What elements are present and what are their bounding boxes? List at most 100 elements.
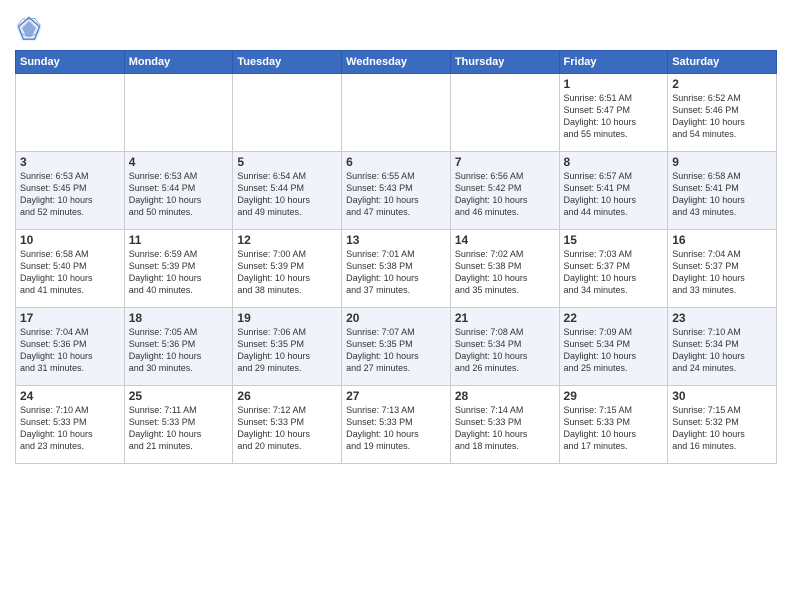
day-info: Sunrise: 6:53 AM Sunset: 5:44 PM Dayligh… <box>129 170 229 219</box>
day-info: Sunrise: 6:56 AM Sunset: 5:42 PM Dayligh… <box>455 170 555 219</box>
day-cell <box>124 74 233 152</box>
day-number: 16 <box>672 233 772 247</box>
day-cell: 3Sunrise: 6:53 AM Sunset: 5:45 PM Daylig… <box>16 152 125 230</box>
day-number: 19 <box>237 311 337 325</box>
day-info: Sunrise: 7:09 AM Sunset: 5:34 PM Dayligh… <box>564 326 664 375</box>
day-info: Sunrise: 7:01 AM Sunset: 5:38 PM Dayligh… <box>346 248 446 297</box>
day-info: Sunrise: 7:04 AM Sunset: 5:36 PM Dayligh… <box>20 326 120 375</box>
day-number: 12 <box>237 233 337 247</box>
day-info: Sunrise: 6:52 AM Sunset: 5:46 PM Dayligh… <box>672 92 772 141</box>
col-header-monday: Monday <box>124 51 233 74</box>
logo-icon <box>15 14 43 42</box>
day-info: Sunrise: 7:11 AM Sunset: 5:33 PM Dayligh… <box>129 404 229 453</box>
day-info: Sunrise: 7:03 AM Sunset: 5:37 PM Dayligh… <box>564 248 664 297</box>
day-number: 6 <box>346 155 446 169</box>
header <box>15 10 777 42</box>
day-number: 1 <box>564 77 664 91</box>
day-cell: 18Sunrise: 7:05 AM Sunset: 5:36 PM Dayli… <box>124 308 233 386</box>
day-cell: 19Sunrise: 7:06 AM Sunset: 5:35 PM Dayli… <box>233 308 342 386</box>
day-cell <box>233 74 342 152</box>
day-number: 11 <box>129 233 229 247</box>
page: SundayMondayTuesdayWednesdayThursdayFrid… <box>0 0 792 612</box>
day-info: Sunrise: 7:15 AM Sunset: 5:32 PM Dayligh… <box>672 404 772 453</box>
day-cell: 26Sunrise: 7:12 AM Sunset: 5:33 PM Dayli… <box>233 386 342 464</box>
day-cell: 5Sunrise: 6:54 AM Sunset: 5:44 PM Daylig… <box>233 152 342 230</box>
day-number: 22 <box>564 311 664 325</box>
day-number: 7 <box>455 155 555 169</box>
day-cell: 15Sunrise: 7:03 AM Sunset: 5:37 PM Dayli… <box>559 230 668 308</box>
week-row-5: 24Sunrise: 7:10 AM Sunset: 5:33 PM Dayli… <box>16 386 777 464</box>
day-cell: 16Sunrise: 7:04 AM Sunset: 5:37 PM Dayli… <box>668 230 777 308</box>
day-number: 26 <box>237 389 337 403</box>
day-number: 13 <box>346 233 446 247</box>
day-cell: 1Sunrise: 6:51 AM Sunset: 5:47 PM Daylig… <box>559 74 668 152</box>
day-info: Sunrise: 7:10 AM Sunset: 5:34 PM Dayligh… <box>672 326 772 375</box>
day-number: 29 <box>564 389 664 403</box>
day-number: 18 <box>129 311 229 325</box>
day-number: 14 <box>455 233 555 247</box>
day-cell: 12Sunrise: 7:00 AM Sunset: 5:39 PM Dayli… <box>233 230 342 308</box>
day-info: Sunrise: 7:04 AM Sunset: 5:37 PM Dayligh… <box>672 248 772 297</box>
day-cell: 13Sunrise: 7:01 AM Sunset: 5:38 PM Dayli… <box>342 230 451 308</box>
day-number: 8 <box>564 155 664 169</box>
day-info: Sunrise: 6:58 AM Sunset: 5:41 PM Dayligh… <box>672 170 772 219</box>
day-number: 2 <box>672 77 772 91</box>
day-number: 5 <box>237 155 337 169</box>
day-cell: 24Sunrise: 7:10 AM Sunset: 5:33 PM Dayli… <box>16 386 125 464</box>
day-cell: 9Sunrise: 6:58 AM Sunset: 5:41 PM Daylig… <box>668 152 777 230</box>
day-info: Sunrise: 7:00 AM Sunset: 5:39 PM Dayligh… <box>237 248 337 297</box>
day-cell <box>450 74 559 152</box>
day-cell: 17Sunrise: 7:04 AM Sunset: 5:36 PM Dayli… <box>16 308 125 386</box>
col-header-friday: Friday <box>559 51 668 74</box>
day-info: Sunrise: 7:15 AM Sunset: 5:33 PM Dayligh… <box>564 404 664 453</box>
day-cell: 20Sunrise: 7:07 AM Sunset: 5:35 PM Dayli… <box>342 308 451 386</box>
day-cell: 22Sunrise: 7:09 AM Sunset: 5:34 PM Dayli… <box>559 308 668 386</box>
day-number: 3 <box>20 155 120 169</box>
day-number: 23 <box>672 311 772 325</box>
day-cell: 10Sunrise: 6:58 AM Sunset: 5:40 PM Dayli… <box>16 230 125 308</box>
week-row-1: 1Sunrise: 6:51 AM Sunset: 5:47 PM Daylig… <box>16 74 777 152</box>
day-cell: 4Sunrise: 6:53 AM Sunset: 5:44 PM Daylig… <box>124 152 233 230</box>
week-row-4: 17Sunrise: 7:04 AM Sunset: 5:36 PM Dayli… <box>16 308 777 386</box>
day-number: 4 <box>129 155 229 169</box>
col-header-tuesday: Tuesday <box>233 51 342 74</box>
day-number: 17 <box>20 311 120 325</box>
day-info: Sunrise: 6:58 AM Sunset: 5:40 PM Dayligh… <box>20 248 120 297</box>
day-info: Sunrise: 6:55 AM Sunset: 5:43 PM Dayligh… <box>346 170 446 219</box>
day-cell: 29Sunrise: 7:15 AM Sunset: 5:33 PM Dayli… <box>559 386 668 464</box>
day-number: 27 <box>346 389 446 403</box>
day-number: 20 <box>346 311 446 325</box>
col-header-wednesday: Wednesday <box>342 51 451 74</box>
day-info: Sunrise: 6:57 AM Sunset: 5:41 PM Dayligh… <box>564 170 664 219</box>
day-cell <box>16 74 125 152</box>
day-number: 10 <box>20 233 120 247</box>
header-row: SundayMondayTuesdayWednesdayThursdayFrid… <box>16 51 777 74</box>
calendar-table: SundayMondayTuesdayWednesdayThursdayFrid… <box>15 50 777 464</box>
day-number: 9 <box>672 155 772 169</box>
day-cell: 2Sunrise: 6:52 AM Sunset: 5:46 PM Daylig… <box>668 74 777 152</box>
day-number: 24 <box>20 389 120 403</box>
day-cell: 14Sunrise: 7:02 AM Sunset: 5:38 PM Dayli… <box>450 230 559 308</box>
day-info: Sunrise: 7:07 AM Sunset: 5:35 PM Dayligh… <box>346 326 446 375</box>
col-header-thursday: Thursday <box>450 51 559 74</box>
day-info: Sunrise: 6:54 AM Sunset: 5:44 PM Dayligh… <box>237 170 337 219</box>
day-cell: 30Sunrise: 7:15 AM Sunset: 5:32 PM Dayli… <box>668 386 777 464</box>
logo <box>15 14 47 42</box>
day-info: Sunrise: 7:13 AM Sunset: 5:33 PM Dayligh… <box>346 404 446 453</box>
day-info: Sunrise: 6:51 AM Sunset: 5:47 PM Dayligh… <box>564 92 664 141</box>
day-info: Sunrise: 7:14 AM Sunset: 5:33 PM Dayligh… <box>455 404 555 453</box>
day-cell: 8Sunrise: 6:57 AM Sunset: 5:41 PM Daylig… <box>559 152 668 230</box>
day-number: 30 <box>672 389 772 403</box>
day-cell <box>342 74 451 152</box>
day-cell: 6Sunrise: 6:55 AM Sunset: 5:43 PM Daylig… <box>342 152 451 230</box>
day-cell: 7Sunrise: 6:56 AM Sunset: 5:42 PM Daylig… <box>450 152 559 230</box>
day-info: Sunrise: 6:53 AM Sunset: 5:45 PM Dayligh… <box>20 170 120 219</box>
day-number: 15 <box>564 233 664 247</box>
day-info: Sunrise: 7:10 AM Sunset: 5:33 PM Dayligh… <box>20 404 120 453</box>
day-info: Sunrise: 7:12 AM Sunset: 5:33 PM Dayligh… <box>237 404 337 453</box>
day-cell: 27Sunrise: 7:13 AM Sunset: 5:33 PM Dayli… <box>342 386 451 464</box>
day-cell: 11Sunrise: 6:59 AM Sunset: 5:39 PM Dayli… <box>124 230 233 308</box>
day-cell: 25Sunrise: 7:11 AM Sunset: 5:33 PM Dayli… <box>124 386 233 464</box>
day-info: Sunrise: 6:59 AM Sunset: 5:39 PM Dayligh… <box>129 248 229 297</box>
day-number: 21 <box>455 311 555 325</box>
